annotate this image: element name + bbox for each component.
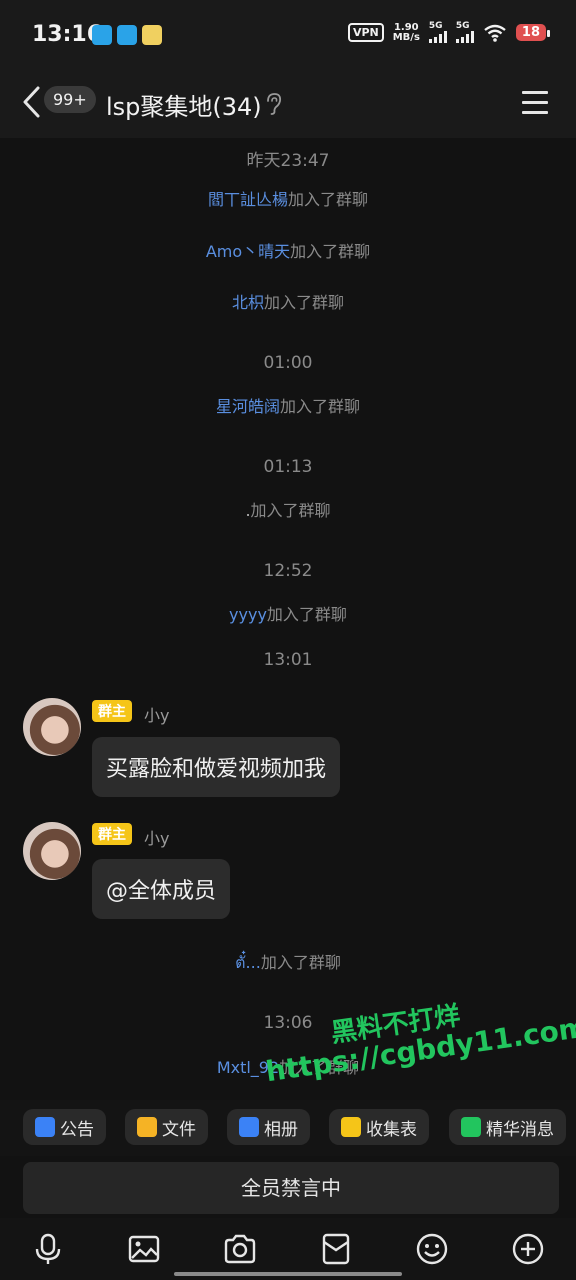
timestamp: 01:00 xyxy=(263,353,313,373)
join-notice: Mxtl_92加入了群聊 xyxy=(216,1058,360,1077)
emoji-icon[interactable] xyxy=(415,1232,449,1266)
album-icon xyxy=(239,1117,259,1137)
join-notice: 北枳加入了群聊 xyxy=(231,293,345,312)
unread-badge[interactable]: 99+ xyxy=(44,86,96,113)
timestamp: 13:06 xyxy=(263,1013,313,1033)
join-notice: Amo丶晴天加入了群聊 xyxy=(205,242,371,261)
signal-icon: 5G xyxy=(455,22,474,43)
form-icon xyxy=(341,1117,361,1137)
timestamp: 昨天23:47 xyxy=(246,151,330,171)
avatar[interactable] xyxy=(23,698,81,756)
join-notice: .加入了群聊 xyxy=(245,501,331,520)
owner-tag: 群主 xyxy=(92,823,132,845)
group-title[interactable]: lsp聚集地(34) xyxy=(106,87,262,122)
member-name[interactable]: Amo丶晴天 xyxy=(206,242,290,261)
message-bubble[interactable]: @全体成员 xyxy=(92,859,231,919)
telegram-notification-icon xyxy=(92,25,112,45)
timestamp: 13:01 xyxy=(263,650,313,670)
home-indicator[interactable] xyxy=(174,1272,402,1276)
message-bubble[interactable]: 买露脸和做爱视频加我 xyxy=(92,737,341,797)
timestamp: 12:52 xyxy=(263,561,313,581)
input-actions-bar xyxy=(0,1218,576,1280)
status-bar: 13:16 VPN 1.90 MB/s 5G 5G 18 xyxy=(0,0,576,70)
join-notice: 星河皓阔加入了群聊 xyxy=(215,397,361,416)
back-arrow-icon[interactable] xyxy=(20,84,44,120)
vpn-indicator: VPN xyxy=(347,23,384,42)
member-name[interactable]: Mxtl_92 xyxy=(217,1058,279,1077)
join-notice: yyyy加入了群聊 xyxy=(229,605,347,624)
sender-name[interactable]: 小y xyxy=(144,825,169,849)
red-packet-icon[interactable] xyxy=(319,1232,353,1266)
plus-icon[interactable] xyxy=(511,1232,545,1266)
album-button[interactable]: 相册 xyxy=(227,1109,310,1145)
group-toolbar: 公告 文件 相册 收集表 精华消息 xyxy=(0,1100,576,1156)
menu-icon[interactable] xyxy=(522,91,548,115)
chat-header: 99+ lsp聚集地(34) xyxy=(0,70,576,138)
telegram-notification-icon xyxy=(117,25,137,45)
battery-indicator: 18 xyxy=(515,24,551,41)
form-button[interactable]: 收集表 xyxy=(329,1109,429,1145)
network-speed: 1.90 MB/s xyxy=(392,21,420,43)
earpiece-mode-icon[interactable] xyxy=(265,92,283,116)
avatar[interactable] xyxy=(23,822,81,880)
owner-tag: 群主 xyxy=(92,700,132,722)
mute-all-banner: 全员禁言中 xyxy=(23,1162,559,1214)
announcement-icon xyxy=(35,1117,55,1137)
microphone-icon[interactable] xyxy=(31,1232,65,1266)
chat-messages[interactable]: 昨天23:47 閻丅訨亾楊加入了群聊 Amo丶晴天加入了群聊 北枳加入了群聊 0… xyxy=(0,138,576,1100)
member-name[interactable]: yyyy xyxy=(229,605,267,624)
member-name[interactable]: ตั๋... xyxy=(235,953,261,972)
join-notice: 閻丅訨亾楊加入了群聊 xyxy=(207,190,369,209)
folder-icon xyxy=(137,1117,157,1137)
member-name[interactable]: 星河皓阔 xyxy=(216,397,280,416)
image-icon[interactable] xyxy=(127,1232,161,1266)
highlight-icon xyxy=(461,1117,481,1137)
sender-name[interactable]: 小y xyxy=(144,702,169,726)
app-notification-icon xyxy=(142,25,162,45)
signal-icon: 5G xyxy=(428,22,447,43)
join-notice: ตั๋...加入了群聊 xyxy=(235,953,341,972)
timestamp: 01:13 xyxy=(263,457,313,477)
member-name[interactable]: 閻丅訨亾楊 xyxy=(208,190,288,209)
highlight-messages-button[interactable]: 精华消息 xyxy=(449,1109,566,1145)
member-name[interactable]: 北枳 xyxy=(232,293,264,312)
files-button[interactable]: 文件 xyxy=(125,1109,208,1145)
announcement-button[interactable]: 公告 xyxy=(23,1109,106,1145)
wifi-icon xyxy=(484,24,506,42)
camera-icon[interactable] xyxy=(223,1232,257,1266)
